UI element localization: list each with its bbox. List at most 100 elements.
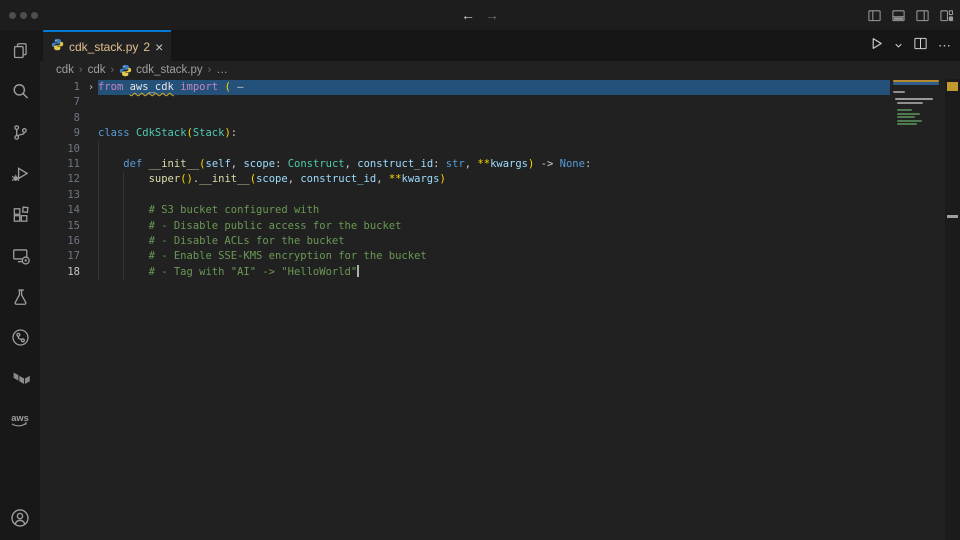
- code-line[interactable]: 7: [40, 95, 890, 110]
- line-text: from aws_cdk import ( —: [98, 80, 890, 95]
- go-forward-icon[interactable]: →: [485, 8, 499, 22]
- fold-gutter: [84, 219, 98, 234]
- line-text: [98, 95, 890, 110]
- text-cursor: [357, 265, 359, 277]
- fold-gutter: [84, 249, 98, 264]
- line-number: 8: [40, 111, 84, 126]
- search-icon[interactable]: [0, 71, 40, 112]
- breadcrumb-item[interactable]: cdk_stack.py: [119, 64, 202, 77]
- source-control-icon[interactable]: [0, 112, 40, 153]
- customize-layout-icon[interactable]: [939, 8, 954, 23]
- line-number: 11: [40, 157, 84, 172]
- tab-label: cdk_stack.py: [69, 40, 138, 54]
- breadcrumb-item[interactable]: …: [216, 64, 228, 76]
- split-editor-icon[interactable]: [913, 36, 928, 56]
- line-number: 13: [40, 188, 84, 203]
- toggle-primary-sidebar-icon[interactable]: [867, 8, 882, 23]
- testing-icon[interactable]: [0, 276, 40, 317]
- code-line[interactable]: 13: [40, 188, 890, 203]
- fold-gutter: [84, 172, 98, 187]
- line-number: 1: [40, 80, 84, 95]
- tab-cdk-stack[interactable]: cdk_stack.py 2 ×: [43, 30, 171, 61]
- fold-gutter: [84, 188, 98, 203]
- line-text: # - Disable public access for the bucket: [98, 219, 890, 234]
- fold-gutter: [84, 111, 98, 126]
- fold-gutter: [84, 234, 98, 249]
- line-text: # S3 bucket configured with: [98, 203, 890, 218]
- code-line[interactable]: 12 super().__init__(scope, construct_id,…: [40, 172, 890, 187]
- window-controls[interactable]: [9, 12, 38, 19]
- window-close-button[interactable]: [9, 12, 16, 19]
- git-graph-icon[interactable]: [0, 317, 40, 358]
- window-minimize-button[interactable]: [20, 12, 27, 19]
- go-back-icon[interactable]: ←: [461, 8, 475, 22]
- line-number: 14: [40, 203, 84, 218]
- extensions-icon[interactable]: [0, 194, 40, 235]
- cursor-marker: [947, 215, 958, 218]
- fold-chevron-icon[interactable]: ›: [84, 80, 98, 95]
- toggle-panel-icon[interactable]: [891, 8, 906, 23]
- fold-gutter: [84, 203, 98, 218]
- minimap[interactable]: [893, 79, 945, 540]
- window-zoom-button[interactable]: [31, 12, 38, 19]
- code-line[interactable]: 18 # - Tag with "AI" -> "HelloWorld": [40, 265, 890, 280]
- breadcrumb-separator: ›: [208, 64, 212, 76]
- minimap-line: [893, 82, 939, 85]
- code-editor[interactable]: 1›from aws_cdk import ( —789 class CdkSta…: [40, 79, 960, 540]
- indent-guide: [123, 172, 124, 280]
- fold-gutter: [84, 142, 98, 157]
- code-line[interactable]: 17 # - Enable SSE-KMS encryption for the…: [40, 249, 890, 264]
- python-icon: [51, 38, 64, 56]
- svg-text:aws: aws: [11, 413, 29, 423]
- overview-ruler[interactable]: [945, 79, 960, 540]
- code-line[interactable]: 9 class CdkStack(Stack):: [40, 126, 890, 141]
- code-line[interactable]: 16 # - Disable ACLs for the bucket: [40, 234, 890, 249]
- code-line[interactable]: 11 def __init__(self, scope: Construct, …: [40, 157, 890, 172]
- remote-explorer-icon[interactable]: [0, 235, 40, 276]
- line-number: 17: [40, 249, 84, 264]
- code-line[interactable]: 14 # S3 bucket configured with: [40, 203, 890, 218]
- run-and-debug-icon[interactable]: [0, 153, 40, 194]
- line-text: [98, 142, 890, 157]
- breadcrumb-item[interactable]: cdk: [56, 64, 74, 76]
- line-number: 12: [40, 172, 84, 187]
- activity-bar: aws: [0, 30, 40, 540]
- more-actions-icon[interactable]: ⋯: [938, 38, 952, 54]
- layout-controls: [867, 0, 954, 30]
- editor-actions: ⋯: [869, 30, 952, 61]
- account-icon[interactable]: [0, 497, 40, 538]
- explorer-icon[interactable]: [0, 30, 40, 71]
- code-line[interactable]: 1›from aws_cdk import ( —: [40, 80, 890, 95]
- aws-icon[interactable]: aws: [0, 399, 40, 440]
- line-number: 9: [40, 126, 84, 141]
- toggle-secondary-sidebar-icon[interactable]: [915, 8, 930, 23]
- title-bar: ← →: [0, 0, 960, 30]
- minimap-line: [897, 102, 923, 104]
- code-line[interactable]: 10: [40, 142, 890, 157]
- editor-group: cdk_stack.py 2 ×: [40, 30, 960, 540]
- line-number: 10: [40, 142, 84, 157]
- fold-gutter: [84, 157, 98, 172]
- minimap-line: [897, 123, 917, 125]
- breadcrumb-item[interactable]: cdk: [88, 64, 106, 76]
- line-number: 18: [40, 265, 84, 280]
- line-text: [98, 111, 890, 126]
- code-line[interactable]: 8: [40, 111, 890, 126]
- fold-gutter: [84, 95, 98, 110]
- tab-badge: 2: [143, 40, 150, 54]
- breadcrumb: cdk›cdk› cdk_stack.py›…: [40, 61, 960, 79]
- terraform-icon[interactable]: [0, 358, 40, 399]
- chevron-down-icon[interactable]: [894, 37, 903, 55]
- line-text: # - Disable ACLs for the bucket: [98, 234, 890, 249]
- run-python-file-icon[interactable]: [869, 36, 884, 56]
- minimap-line: [895, 98, 933, 100]
- line-text: def __init__(self, scope: Construct, con…: [98, 157, 890, 172]
- python-icon: [51, 38, 64, 51]
- line-number: 15: [40, 219, 84, 234]
- close-icon[interactable]: ×: [155, 40, 163, 54]
- minimap-line: [897, 120, 922, 122]
- line-text: class CdkStack(Stack):: [98, 126, 890, 141]
- code-line[interactable]: 15 # - Disable public access for the buc…: [40, 219, 890, 234]
- vscode-window: ← →: [0, 0, 960, 540]
- minimap-line: [893, 91, 905, 93]
